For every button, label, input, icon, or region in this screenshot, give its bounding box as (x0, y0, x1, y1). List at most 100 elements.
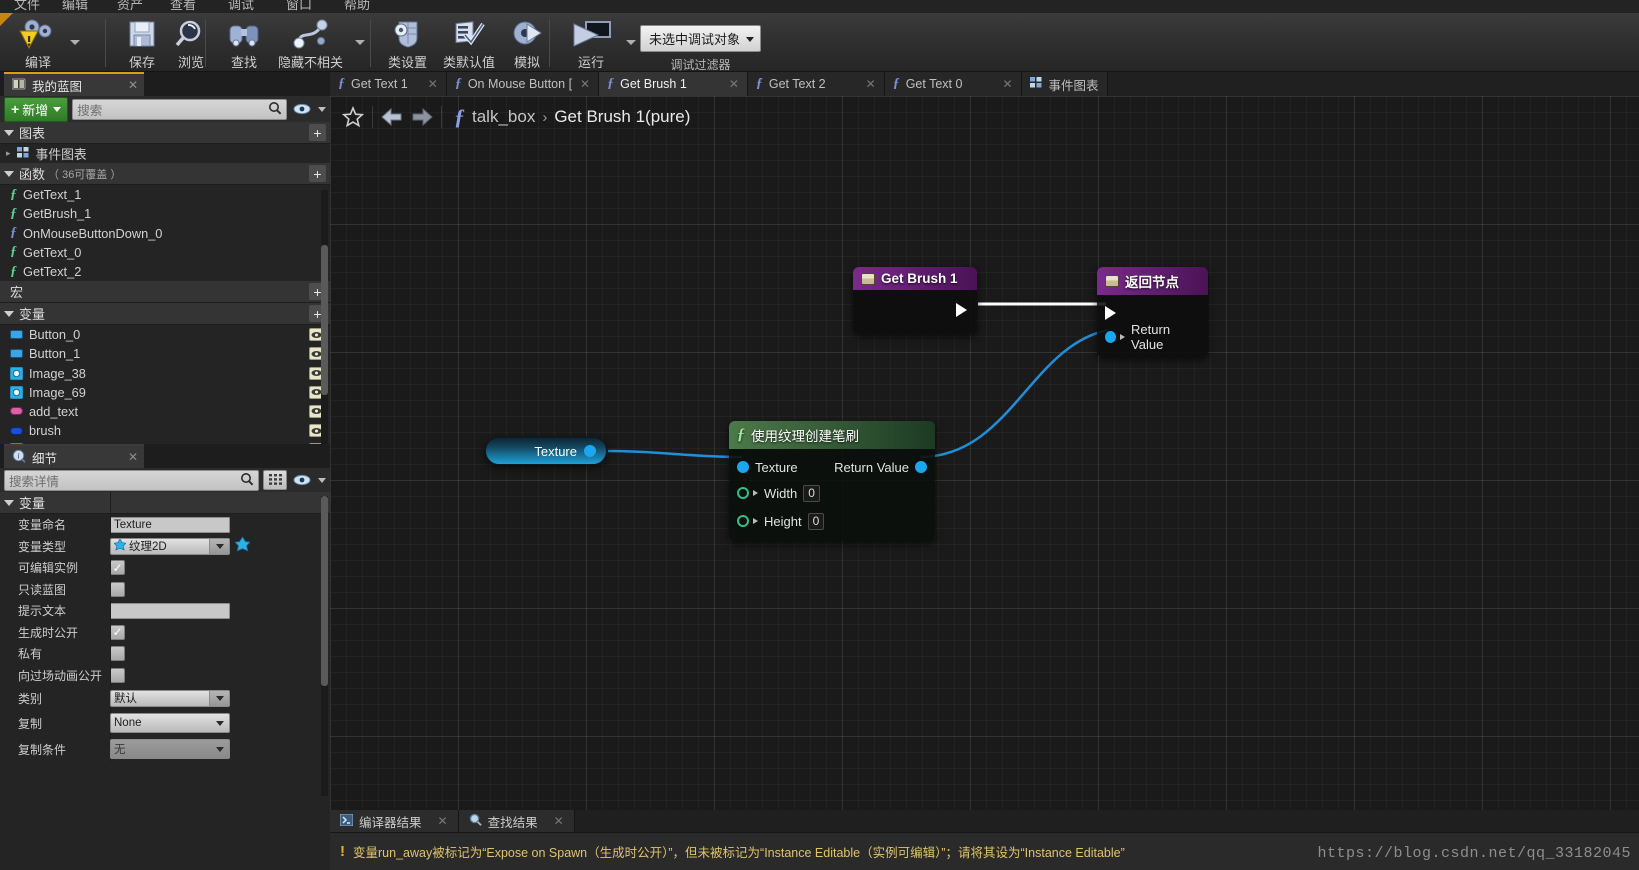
compile-button[interactable]: 编译 (10, 13, 66, 71)
menu-item-view[interactable]: 查看 (170, 0, 196, 13)
list-item-function[interactable]: ƒ GetText_1 (0, 185, 330, 204)
run-dropdown-arrow[interactable] (624, 23, 638, 63)
add-graph-button[interactable]: + (309, 124, 326, 141)
scrollbar-thumb[interactable] (321, 245, 328, 395)
list-item-function[interactable]: ƒ GetBrush_1 (0, 204, 330, 223)
menu-item-edit[interactable]: 编辑 (62, 0, 88, 13)
simulate-button[interactable]: 模拟 (503, 13, 551, 71)
tab-compiler-results[interactable]: 编译器结果 ✕ (330, 810, 459, 832)
details-section-variable[interactable]: 变量 (0, 492, 330, 514)
output-pin[interactable] (584, 445, 596, 457)
close-icon[interactable]: ✕ (554, 814, 564, 828)
eye-dropdown-chevron-icon[interactable] (318, 106, 326, 112)
close-icon[interactable]: ✕ (580, 77, 590, 91)
input-pin-height[interactable] (737, 515, 749, 527)
tab-get-text-2[interactable]: ƒ Get Text 2 ✕ (747, 72, 885, 96)
height-value-field[interactable]: 0 (807, 512, 825, 530)
tab-find-results[interactable]: 查找结果 ✕ (458, 810, 575, 832)
list-item-variable-add-text[interactable]: add_text (0, 402, 330, 421)
tab-get-brush-1[interactable]: ƒ Get Brush 1 ✕ (599, 72, 748, 96)
menu-item-asset[interactable]: 资产 (117, 0, 143, 13)
expose-on-spawn-checkbox[interactable]: ✓ (110, 624, 125, 640)
close-icon[interactable]: ✕ (428, 77, 438, 91)
node-make-brush-from-texture[interactable]: ƒ 使用纹理创建笔刷 Texture Return Value Width 0 … (729, 421, 935, 541)
tab-my-blueprint[interactable]: 我的蓝图 ✕ (4, 72, 144, 96)
tab-on-mouse-button-down[interactable]: ƒ On Mouse Button [ ✕ (446, 72, 600, 96)
tab-event-graph[interactable]: 事件图表 (1021, 72, 1108, 96)
section-functions[interactable]: 函数 （ 36可覆盖 ） + (0, 163, 330, 186)
list-item-event-graph[interactable]: ▸ 事件图表 (0, 144, 330, 163)
hide-unrelated-button[interactable]: 隐藏不相关 (270, 13, 351, 71)
node-header[interactable]: 返回节点 (1097, 267, 1208, 295)
replication-condition-combo[interactable]: 无 (110, 739, 230, 759)
details-search-input[interactable]: 搜索详情 (4, 469, 259, 491)
node-return[interactable]: 返回节点 Return Value (1097, 267, 1208, 357)
visibility-eye-icon[interactable] (291, 99, 313, 120)
scrollbar-thumb[interactable] (321, 496, 328, 686)
menu-item-file[interactable]: 文件 (14, 0, 40, 13)
grid-view-icon[interactable] (263, 470, 287, 490)
section-graphs[interactable]: 图表 + (0, 122, 330, 144)
menu-item-window[interactable]: 窗口 (286, 0, 312, 13)
node-texture-getter[interactable]: Texture (485, 437, 607, 465)
list-item-variable-image-69[interactable]: Image_69 (0, 383, 330, 402)
width-value-field[interactable]: 0 (803, 484, 820, 502)
tooltip-field[interactable] (110, 602, 230, 619)
blueprint-readonly-checkbox[interactable] (110, 581, 125, 597)
exec-output-pin[interactable] (956, 303, 967, 317)
texture2d-pin-icon[interactable] (234, 536, 251, 555)
expand-arrow-icon[interactable]: ▸ (6, 148, 11, 159)
variable-type-combo[interactable]: 纹理2D (110, 537, 230, 555)
back-arrow-icon[interactable] (377, 102, 407, 132)
details-scrollbar[interactable] (321, 496, 328, 796)
list-item-function[interactable]: ƒ OnMouseButtonDown_0 (0, 224, 330, 243)
debug-target-combo[interactable]: 未选中调试对象 (640, 25, 762, 52)
replication-combo[interactable]: None (110, 713, 230, 733)
section-macros[interactable]: 宏 + (0, 281, 330, 304)
find-button[interactable]: 查找 (218, 13, 270, 71)
details-eye-dropdown-chevron-icon[interactable] (318, 477, 326, 483)
browse-button[interactable]: 浏览 (166, 13, 216, 71)
tab-details[interactable]: i 细节 ✕ (4, 444, 144, 468)
variable-name-field[interactable]: Texture (110, 516, 230, 533)
details-visibility-eye-icon[interactable] (291, 470, 313, 491)
input-pin-return-value[interactable] (1105, 331, 1117, 343)
node-header[interactable]: Get Brush 1 (853, 267, 977, 290)
list-item-variable-brush[interactable]: brush (0, 421, 330, 440)
node-get-brush-1-entry[interactable]: Get Brush 1 (853, 267, 977, 334)
compile-dropdown-arrow[interactable] (68, 23, 82, 63)
close-icon[interactable]: ✕ (106, 78, 138, 92)
save-button[interactable]: 保存 (118, 13, 166, 71)
list-item-variable-image-38[interactable]: Image_38 (0, 364, 330, 383)
run-button[interactable]: 运行 (560, 13, 622, 71)
tab-get-text-1[interactable]: ƒ Get Text 1 ✕ (330, 72, 447, 96)
input-pin-texture[interactable] (737, 461, 749, 473)
list-item-variable-button-1[interactable]: Button_1 (0, 344, 330, 363)
close-icon[interactable]: ✕ (438, 814, 448, 828)
blueprint-canvas[interactable]: ƒ talk_box › Get Brush 1(pure) Texture ƒ… (330, 96, 1639, 870)
instance-editable-checkbox[interactable]: ✓ (110, 560, 125, 576)
add-function-button[interactable]: + (309, 165, 326, 183)
menu-item-debug[interactable]: 调试 (228, 0, 254, 13)
close-icon[interactable]: ✕ (1002, 77, 1012, 91)
hide-unrelated-dropdown-arrow[interactable] (353, 23, 367, 63)
add-new-button[interactable]: + 新增 (4, 96, 69, 122)
breadcrumb-root[interactable]: talk_box (472, 107, 535, 127)
list-item-function[interactable]: ƒ GetText_0 (0, 243, 330, 262)
output-pin-return-value[interactable] (915, 461, 927, 473)
class-defaults-button[interactable]: 类默认值 (435, 13, 503, 71)
section-variables[interactable]: 变量 + (0, 303, 330, 326)
input-pin-width[interactable] (737, 487, 749, 499)
tab-get-text-0[interactable]: ƒ Get Text 0 ✕ (884, 72, 1022, 96)
node-header[interactable]: ƒ 使用纹理创建笔刷 (729, 421, 935, 449)
class-settings-button[interactable]: 类设置 (380, 13, 435, 71)
menu-item-help[interactable]: 帮助 (344, 0, 370, 13)
close-icon[interactable]: ✕ (729, 77, 739, 91)
category-combo[interactable]: 默认 (110, 689, 230, 707)
my-blueprint-search-input[interactable]: 搜索 (72, 98, 287, 120)
list-item-variable-button-0[interactable]: Button_0 (0, 325, 330, 344)
close-icon[interactable]: ✕ (866, 77, 876, 91)
list-item-function[interactable]: ƒ GetText_2 (0, 262, 330, 281)
forward-arrow-icon[interactable] (407, 102, 437, 132)
expose-to-cinematics-checkbox[interactable] (110, 667, 125, 683)
